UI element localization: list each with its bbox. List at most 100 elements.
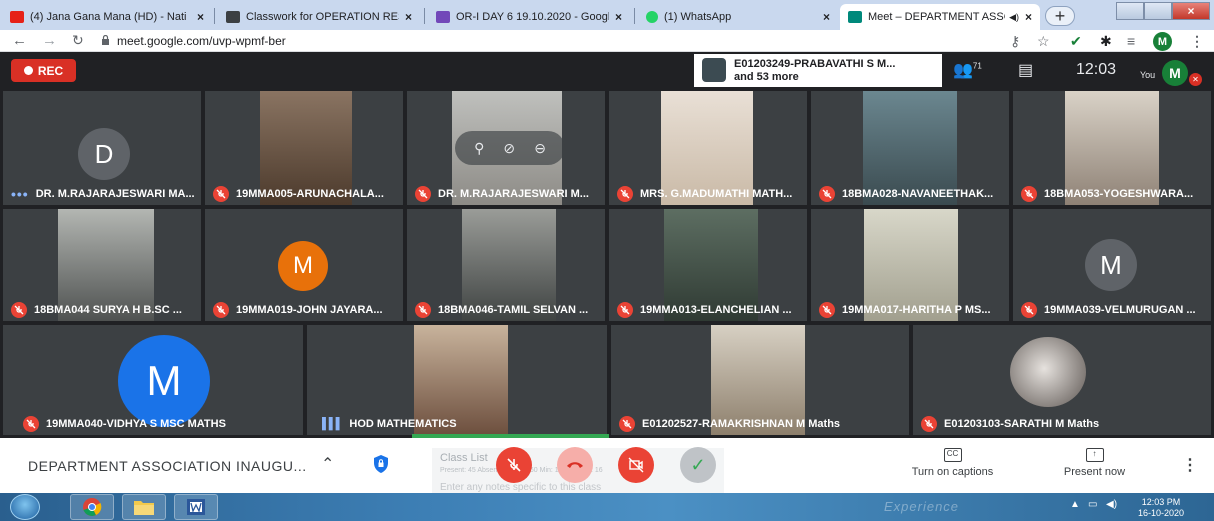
reload-icon[interactable]: ↻: [72, 32, 84, 49]
participant-tile[interactable]: 19MMA017-HARITHA P MS...: [811, 209, 1009, 321]
taskbar-explorer[interactable]: [122, 494, 166, 520]
tab-close-icon[interactable]: ×: [197, 10, 204, 24]
mic-off-icon: [213, 186, 229, 202]
tab-close-icon[interactable]: ×: [1025, 10, 1032, 24]
taskbar-word[interactable]: [174, 494, 218, 520]
participant-tile[interactable]: E01203103-SARATHI M Maths: [913, 325, 1211, 435]
people-icon[interactable]: 👥71: [953, 60, 982, 80]
participant-tile[interactable]: 18BMA053-YOGESHWARA...: [1013, 91, 1211, 205]
key-icon[interactable]: ⚷: [1010, 33, 1020, 50]
more-dots-icon: •••: [11, 186, 29, 202]
presenter-pill[interactable]: E01203249-PRABAVATHI S M... and 53 more: [694, 54, 942, 87]
participant-label: 18BMA046-TAMIL SELVAN ...: [415, 302, 588, 318]
mic-off-icon: [11, 302, 27, 318]
back-arrow-icon[interactable]: ←: [12, 32, 27, 49]
tab-title: OR-I DAY 6 19.10.2020 - Googl: [456, 11, 609, 23]
more-options-icon[interactable]: ⋮: [1182, 455, 1198, 475]
camera-toggle-button[interactable]: [618, 447, 654, 483]
meeting-title[interactable]: DEPARTMENT ASSOCIATION INAUGU...: [28, 458, 307, 474]
class-list-notes-input[interactable]: Enter any notes specific to this class: [440, 482, 716, 493]
tray-clock[interactable]: 12:03 PM 16-10-2020: [1138, 497, 1184, 519]
remove-participant-icon[interactable]: ⊖: [534, 140, 546, 157]
browser-tab-strip: (4) Jana Gana Mana (HD) - Nati × Classwo…: [0, 0, 1214, 30]
new-tab-button[interactable]: +: [1045, 6, 1075, 26]
volume-icon[interactable]: ◀): [1106, 499, 1117, 510]
tab-classroom[interactable]: Classwork for OPERATION RESE ×: [218, 4, 420, 30]
tab-separator: [424, 8, 425, 24]
tab-close-icon[interactable]: ×: [615, 10, 622, 24]
participant-tile[interactable]: M 19MMA019-JOHN JAYARA...: [205, 209, 403, 321]
present-label: Present now: [1063, 466, 1126, 478]
tab-close-icon[interactable]: ×: [823, 10, 830, 24]
present-screen-icon: ↑: [1085, 448, 1104, 462]
participant-tile[interactable]: MRS. G.MADUMATHI MATH...: [609, 91, 807, 205]
pin-icon[interactable]: ⚲: [474, 140, 484, 157]
speaking-indicator-icon: ▌▌▌: [322, 418, 343, 430]
close-window-button[interactable]: ×: [1172, 2, 1210, 20]
mute-participant-icon[interactable]: ⊘: [503, 140, 515, 157]
participant-tile[interactable]: 19MMA013-ELANCHELIAN ...: [609, 209, 807, 321]
self-mic-off-icon: ✕: [1189, 73, 1202, 86]
participant-tile[interactable]: 19MMA005-ARUNACHALA...: [205, 91, 403, 205]
rec-label: REC: [37, 63, 64, 78]
present-now-button[interactable]: ↑ Present now: [1057, 448, 1132, 478]
leave-call-button[interactable]: [557, 447, 593, 483]
tray-expand-icon[interactable]: ▲: [1070, 499, 1080, 510]
forward-arrow-icon[interactable]: →: [42, 32, 57, 49]
mic-off-icon: [819, 302, 835, 318]
mic-off-icon: [619, 416, 635, 432]
participant-tile[interactable]: E01202527-RAMAKRISHNAN M Maths: [611, 325, 909, 435]
participant-tile[interactable]: 18BMA028-NAVANEETHAK...: [811, 91, 1009, 205]
mic-off-icon: [415, 302, 431, 318]
mic-off-icon: [617, 186, 633, 202]
participant-tile[interactable]: ▌▌▌ HOD MATHEMATICS: [307, 325, 607, 435]
forms-icon: [436, 11, 450, 23]
participant-avatar: M: [118, 335, 210, 427]
tab-close-icon[interactable]: ×: [405, 10, 412, 24]
record-dot-icon: [23, 66, 33, 75]
network-icon[interactable]: ▭: [1088, 499, 1097, 510]
self-avatar[interactable]: M: [1162, 60, 1188, 86]
start-button[interactable]: [10, 494, 40, 520]
chevron-up-icon[interactable]: ⌃: [321, 454, 334, 474]
check-extension-icon[interactable]: ✔: [1070, 33, 1082, 50]
taskbar-chrome[interactable]: [70, 494, 114, 520]
host-controls-shield-icon[interactable]: [372, 454, 390, 474]
mic-off-icon: [213, 302, 229, 318]
profile-avatar[interactable]: M: [1153, 32, 1172, 51]
chrome-menu-icon[interactable]: ⋮: [1190, 33, 1204, 50]
playlist-icon[interactable]: ≡: [1127, 33, 1135, 49]
url-text[interactable]: meet.google.com/uvp-wpmf-ber: [117, 34, 286, 48]
meeting-clock: 12:03: [1076, 61, 1117, 78]
participant-name: 19MMA005-ARUNACHALA...: [236, 188, 384, 200]
chat-icon[interactable]: ▤: [1018, 60, 1033, 80]
tab-whatsapp[interactable]: (1) WhatsApp ×: [638, 4, 838, 30]
participant-tile[interactable]: 18BMA044 SURYA H B.SC ...: [3, 209, 201, 321]
participant-tile[interactable]: M 19MMA040-VIDHYA S MSC MATHS: [3, 325, 303, 435]
participant-tile[interactable]: D ••• DR. M.RAJARAJESWARI MA...: [3, 91, 201, 205]
presenter-name: E01203249-PRABAVATHI S M...: [734, 58, 896, 70]
participant-tile[interactable]: M 19MMA039-VELMURUGAN ...: [1013, 209, 1211, 321]
star-icon[interactable]: ☆: [1037, 33, 1050, 50]
participant-name: 18BMA044 SURYA H B.SC ...: [34, 304, 182, 316]
tab-youtube[interactable]: (4) Jana Gana Mana (HD) - Nati ×: [2, 4, 212, 30]
captions-button[interactable]: CC Turn on captions: [905, 448, 1000, 478]
participant-tile[interactable]: 18BMA046-TAMIL SELVAN ...: [407, 209, 605, 321]
presenter-more: and 53 more: [734, 71, 799, 83]
puzzle-extension-icon[interactable]: ✱: [1100, 33, 1112, 50]
attendance-check-button[interactable]: ✓: [680, 447, 716, 483]
participant-name: E01202527-RAMAKRISHNAN M Maths: [642, 418, 841, 430]
mic-toggle-button[interactable]: [496, 447, 532, 483]
participant-label: 19MMA005-ARUNACHALA...: [213, 186, 384, 202]
participant-name: DR. M.RAJARAJESWARI MA...: [35, 188, 195, 200]
tab-forms[interactable]: OR-I DAY 6 19.10.2020 - Googl ×: [428, 4, 630, 30]
audio-playing-icon[interactable]: ◀): [1009, 12, 1019, 23]
tab-title: Meet – DEPARTMENT ASSC: [868, 11, 1006, 23]
tab-separator: [634, 8, 635, 24]
participant-name: 18BMA028-NAVANEETHAK...: [842, 188, 994, 200]
maximize-button[interactable]: [1144, 2, 1172, 20]
tab-meet[interactable]: Meet – DEPARTMENT ASSC ◀) ×: [840, 4, 1040, 30]
tab-title: Classwork for OPERATION RESE: [246, 11, 399, 23]
minimize-button[interactable]: [1116, 2, 1144, 20]
participant-name: DR. M.RAJARAJESWARI M...: [438, 188, 589, 200]
